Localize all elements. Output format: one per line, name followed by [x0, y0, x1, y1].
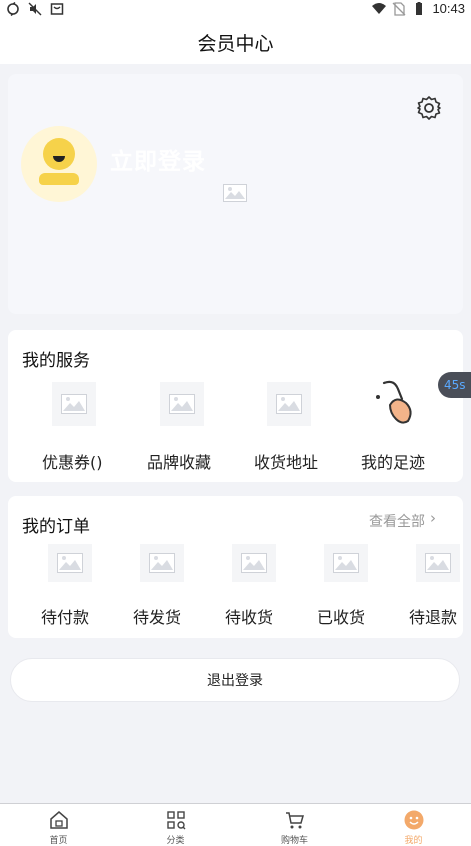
pending-payment-icon[interactable] — [48, 544, 92, 582]
avatar[interactable] — [21, 126, 97, 202]
order-pending-refund-label[interactable]: 待退款 — [409, 604, 457, 628]
service-footprint-label[interactable]: 我的足迹 — [361, 449, 425, 473]
bottom-tab-bar: 首页 分类 购物车 我的 — [0, 803, 471, 846]
settings-gear-icon[interactable] — [416, 95, 442, 121]
no-sim-icon — [392, 1, 406, 16]
mute-icon — [28, 2, 42, 16]
service-brand-favorites-label[interactable]: 品牌收藏 — [147, 449, 211, 473]
shopping-cart-icon — [285, 812, 304, 829]
tab-home[interactable]: 首页 — [0, 804, 117, 846]
tab-cart-label: 购物车 — [280, 836, 308, 846]
order-pending-payment-label[interactable]: 待付款 — [41, 604, 89, 628]
user-face-icon — [404, 810, 423, 830]
battery-icon — [416, 1, 423, 15]
brand-favorites-icon[interactable] — [160, 382, 204, 426]
tab-mine[interactable]: 我的 — [355, 804, 471, 846]
order-pending-shipment-label[interactable]: 待发货 — [133, 604, 181, 628]
image-placeholder-icon — [223, 184, 247, 202]
tab-cart[interactable]: 购物车 — [236, 804, 353, 846]
login-link[interactable]: 立即登录 — [110, 142, 206, 176]
order-pending-receipt-label[interactable]: 待收货 — [225, 604, 273, 628]
received-icon[interactable] — [324, 544, 368, 582]
clock: 10:43 — [432, 1, 465, 16]
store-icon — [50, 3, 64, 15]
wifi-icon — [372, 2, 387, 14]
chevron-right-icon[interactable]: › — [430, 509, 436, 527]
order-received-label[interactable]: 已收货 — [317, 604, 365, 628]
footprint-icon[interactable] — [372, 379, 418, 427]
pending-refund-icon[interactable] — [416, 544, 460, 582]
avatar-head-icon — [43, 138, 75, 170]
home-icon — [49, 811, 68, 829]
avatar-body-icon — [39, 173, 79, 185]
tab-home-label: 首页 — [49, 836, 68, 846]
tab-category[interactable]: 分类 — [117, 804, 234, 846]
tab-category-label: 分类 — [166, 836, 185, 846]
page-title: 会员中心 — [197, 32, 274, 55]
countdown-badge[interactable]: 45s — [438, 372, 471, 398]
service-shipping-address-label[interactable]: 收货地址 — [254, 449, 318, 473]
pending-receipt-icon[interactable] — [232, 544, 276, 582]
title-bar: 会员中心 — [0, 20, 471, 64]
coupon-icon[interactable] — [52, 382, 96, 426]
order-pending-refund-clip: 待退款 — [404, 540, 462, 638]
services-title: 我的服务 — [22, 351, 90, 371]
sync-icon — [7, 2, 19, 16]
logout-button[interactable]: 退出登录 — [10, 658, 460, 702]
status-bar: 10:43 — [0, 0, 471, 20]
shipping-address-icon[interactable] — [267, 382, 311, 426]
category-grid-icon — [166, 811, 185, 830]
pending-shipment-icon[interactable] — [140, 544, 184, 582]
view-all-orders-link[interactable]: 查看全部 — [369, 511, 425, 531]
service-coupon-label[interactable]: 优惠券() — [42, 449, 103, 473]
tab-mine-label: 我的 — [404, 836, 423, 846]
orders-title: 我的订单 — [22, 517, 90, 537]
